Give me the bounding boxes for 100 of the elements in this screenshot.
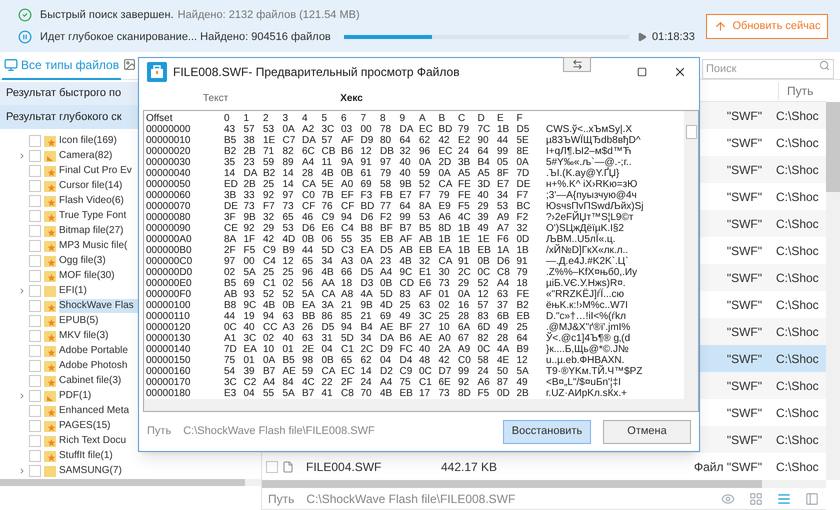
hex-byte: 53 [282, 223, 294, 234]
ascii-text: г.UZ·АИpKл.sЌх.+ [546, 388, 628, 399]
hex-byte: A8 [341, 289, 354, 300]
hex-byte: 42 [438, 355, 450, 366]
hex-byte: F2 [380, 212, 392, 223]
offset-cell: 000000F0 [146, 289, 192, 300]
ascii-text: T9·®YKм.ТЙ.Ч™$PZ [546, 366, 642, 377]
hex-byte: 4B [322, 168, 334, 179]
hex-byte: 14 [224, 168, 236, 179]
column-header: A [419, 113, 426, 124]
hex-byte: 24 [458, 146, 470, 157]
file-type: "SWF" [726, 324, 762, 340]
file-type: "SWF" [726, 270, 762, 286]
hex-byte: 5D [322, 245, 334, 256]
hex-byte: B6 [400, 333, 412, 344]
hex-byte: 7B [322, 190, 334, 201]
hex-byte: 25 [400, 300, 411, 311]
hex-byte: 82 [478, 333, 489, 344]
hex-byte: D5 [380, 245, 393, 256]
hex-byte: 1E [478, 234, 490, 245]
hex-byte: DA [400, 124, 414, 135]
offset-cell: 00000170 [146, 377, 190, 388]
cancel-button[interactable]: Отмена [603, 420, 691, 444]
hex-byte: A4 [380, 377, 392, 388]
view-tab[interactable]: Текст [203, 90, 228, 106]
ascii-text: D."c»†…!iI<%(ѓkл [546, 311, 626, 322]
hex-byte: 53 [497, 201, 508, 212]
ascii-text: .@МЈ&Х"ґ®ї'.jmI% [546, 322, 630, 333]
column-header: F [516, 113, 523, 124]
hex-byte: 4D [282, 234, 296, 245]
hex-byte: DA [244, 168, 258, 179]
hex-byte: BF [380, 223, 393, 234]
hex-byte: 34 [497, 190, 508, 201]
search-field[interactable]: Поиск [702, 58, 834, 78]
hex-byte: 22 [322, 377, 333, 388]
column-header: 0 [224, 113, 230, 124]
file-type: "SWF" [726, 404, 762, 422]
hex-byte: D6 [360, 212, 374, 223]
hex-byte: 24 [478, 366, 489, 377]
offset-cell: 000000D0 [146, 267, 192, 278]
hex-byte: 52 [419, 179, 430, 190]
hex-byte: 84 [282, 377, 294, 388]
hex-byte: 49 [478, 223, 489, 234]
hex-byte: 63 [419, 300, 430, 311]
view-tab[interactable]: Хекс [340, 90, 363, 106]
hex-byte: 39 [478, 212, 489, 223]
hex-byte: 26 [302, 322, 314, 333]
tree-item[interactable]: EFI(1) [59, 284, 127, 298]
hex-byte: 5A [244, 267, 256, 278]
hex-byte: C1 [341, 344, 354, 355]
hex-byte: 8F [497, 168, 509, 179]
path-label: Путь [147, 424, 172, 440]
offset-cell: 00000110 [146, 311, 190, 322]
tree-item[interactable]: StuffIt file(1) [59, 449, 153, 464]
hex-byte: 25 [282, 267, 294, 278]
hex-byte: 91 [516, 256, 528, 267]
hex-byte: AB [400, 245, 413, 256]
hex-byte: 44 [224, 311, 236, 322]
hex-byte: D5 [516, 124, 530, 135]
hex-byte: 32 [516, 223, 528, 234]
hex-byte: 14 [282, 168, 294, 179]
hex-byte: B8 [224, 300, 236, 311]
tree-item[interactable]: SAMSUNG(7) [59, 464, 162, 478]
hex-byte: B7 [302, 388, 314, 399]
hex-byte: 0A [516, 157, 529, 168]
hex-byte: 1B [497, 124, 510, 135]
column-header[interactable]: Путь [778, 82, 826, 100]
restore-button[interactable]: Восстановить [503, 420, 591, 444]
hex-byte: D5 [360, 267, 374, 278]
ascii-text: µiБ.VЄ.У.Нжs)R¤. [546, 278, 626, 289]
hex-byte: 0B [478, 256, 490, 267]
ascii-text: ёњK.к:!›M%c..W7І [546, 300, 628, 311]
hex-byte: 2F [224, 245, 236, 256]
hex-byte: FE [458, 179, 471, 190]
ascii-text: —.Д.e4Ј.#K2K`.Ц` [546, 256, 629, 267]
hex-byte: 65 [282, 212, 294, 223]
offset-cell: 00000090 [146, 223, 190, 234]
offset-cell: 00000150 [146, 355, 190, 366]
hex-byte: 1B [458, 245, 470, 256]
tree-item[interactable]: EPUB(5) [59, 314, 138, 328]
hex-byte: 01 [282, 344, 294, 355]
hex-byte: DE [516, 179, 530, 190]
offset-cell: 00000070 [146, 201, 190, 212]
hex-byte: 2D [438, 157, 452, 168]
tree-item[interactable]: PDF(1) [59, 389, 132, 404]
hex-byte: 85 [341, 311, 352, 322]
hex-byte: 57 [322, 135, 333, 146]
hex-byte: 16 [458, 300, 470, 311]
hex-byte: 25 [438, 311, 450, 322]
hex-byte: 06 [322, 234, 333, 245]
hex-byte: FE [458, 190, 471, 201]
hex-byte: 1B [516, 245, 529, 256]
ascii-text: Ў<.@c1]4Ъ¶® g‚(d [546, 333, 630, 344]
hex-byte: 7D [516, 168, 530, 179]
hex-byte: 8D [458, 388, 471, 399]
hex-byte: 6A [458, 322, 470, 333]
hex-byte: 4B [380, 388, 392, 399]
hex-byte: 29 [478, 201, 489, 212]
hex-byte: F3 [360, 190, 372, 201]
column-header: 5 [322, 113, 328, 124]
